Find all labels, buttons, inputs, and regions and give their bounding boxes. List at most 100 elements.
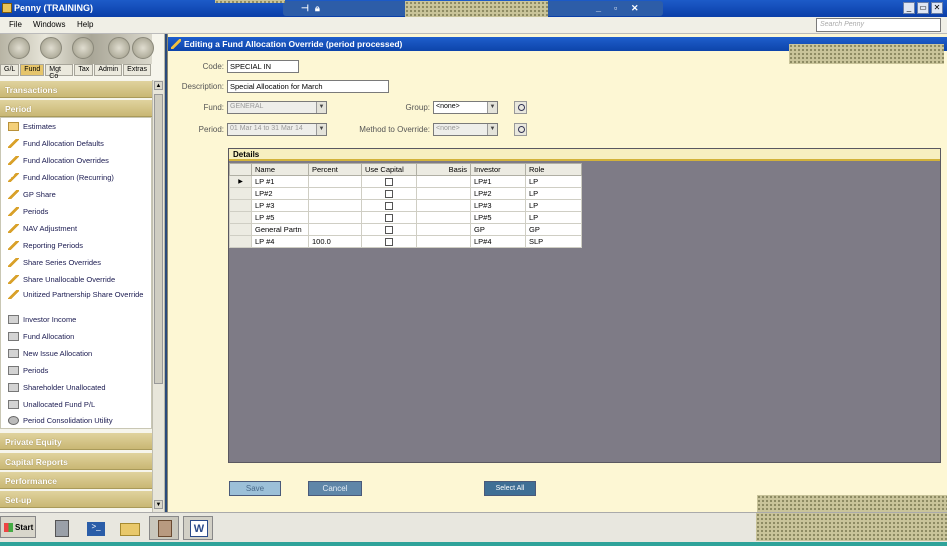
nav-item-new-issue-allocation[interactable]: New Issue Allocation [8,349,148,358]
cell-percent[interactable] [308,175,362,188]
cell-name[interactable]: LP #5 [251,211,309,224]
cell-percent[interactable] [308,211,362,224]
nav-item-gp-share[interactable]: GP Share [8,190,148,199]
current-row-indicator-icon[interactable]: ▶ [229,175,252,188]
save-button[interactable]: Save [229,481,281,496]
cell-basis[interactable] [416,223,471,236]
pin-icon[interactable]: ⊣ [301,3,309,14]
tab-tax[interactable]: Tax [74,64,94,76]
use-capital-checkbox[interactable] [385,226,393,234]
use-capital-checkbox[interactable] [385,214,393,222]
nav-section-performance[interactable]: Performance [0,472,152,489]
nav-section-setup[interactable]: Set-up [0,491,152,508]
nav-item-share-series-overrides[interactable]: Share Series Overrides [8,258,148,267]
start-button[interactable]: Start [0,516,36,538]
nav-item-fund-allocation-report[interactable]: Fund Allocation [8,332,148,341]
cell-role[interactable]: SLP [525,235,582,248]
cell-percent[interactable] [308,199,362,212]
scroll-down-icon[interactable]: ▼ [154,500,163,509]
col-basis[interactable]: Basis [416,163,471,176]
cell-investor[interactable]: GP [470,223,526,236]
table-row[interactable]: LP#2 LP#2 LP [229,187,582,200]
table-row[interactable]: LP #5 LP#5 LP [229,211,582,224]
nav-section-period[interactable]: Period [0,100,152,117]
row-selector[interactable] [229,223,252,236]
lock-icon[interactable]: 🔒︎ [315,3,320,14]
cell-use-capital[interactable] [361,199,417,212]
cell-name[interactable]: General Partn [251,223,309,236]
row-selector[interactable] [229,199,252,212]
nav-item-period-consolidation-utility[interactable]: Period Consolidation Utility [8,416,148,425]
cell-role[interactable]: LP [525,211,582,224]
col-role[interactable]: Role [525,163,582,176]
sidebar-scrollbar[interactable]: ▲ ▼ [152,80,164,512]
cell-basis[interactable] [416,175,471,188]
col-investor[interactable]: Investor [470,163,526,176]
nav-item-nav-adjustment[interactable]: NAV Adjustment [8,224,148,233]
cell-basis[interactable] [416,235,471,248]
nav-item-unitized-partnership-share-override[interactable]: Unitized Partnership Share Override [8,290,148,299]
close-session-icon[interactable]: ✕ [631,3,639,14]
use-capital-checkbox[interactable] [385,202,393,210]
cell-role[interactable]: LP [525,199,582,212]
table-row[interactable]: ▶ LP #1 LP#1 LP [229,175,582,188]
nav-item-periods[interactable]: Periods [8,207,148,216]
cell-basis[interactable] [416,199,471,212]
powershell-icon[interactable]: >_ [81,516,111,540]
table-row[interactable]: LP #4 100.0 LP#4 SLP [229,235,582,248]
server-icon[interactable] [47,516,77,540]
row-selector[interactable] [229,187,252,200]
minimize-icon[interactable]: _ [903,2,915,14]
method-select[interactable]: <none> ▼ [433,123,498,136]
code-field[interactable]: SPECIAL IN [227,60,299,73]
nav-item-reporting-periods[interactable]: Reporting Periods [8,241,148,250]
cell-name[interactable]: LP #4 [251,235,309,248]
cell-role[interactable]: LP [525,187,582,200]
cell-use-capital[interactable] [361,235,417,248]
method-search-icon[interactable] [514,123,527,136]
nav-section-transactions[interactable]: Transactions [0,81,152,98]
cell-name[interactable]: LP #1 [251,175,309,188]
nav-section-private-equity[interactable]: Private Equity [0,433,152,450]
tab-admin[interactable]: Admin [94,64,123,76]
row-selector[interactable] [229,235,252,248]
nav-item-fund-allocation-defaults[interactable]: Fund Allocation Defaults [8,139,148,148]
nav-item-fund-allocation-recurring[interactable]: Fund Allocation (Recurring) [8,173,148,182]
nav-item-fund-allocation-overrides[interactable]: Fund Allocation Overrides [8,156,148,165]
cell-percent[interactable] [308,187,362,200]
cell-investor[interactable]: LP#1 [470,175,526,188]
cell-basis[interactable] [416,211,471,224]
col-percent[interactable]: Percent [308,163,362,176]
menu-help[interactable]: Help [77,20,93,29]
cell-percent[interactable]: 100.0 [308,235,362,248]
select-all-button[interactable]: Select All [484,481,536,496]
cell-role[interactable]: LP [525,175,582,188]
tab-extras[interactable]: Extras [123,64,151,76]
word-icon[interactable]: W [183,516,213,540]
nav-item-periods-report[interactable]: Periods [8,366,148,375]
use-capital-checkbox[interactable] [385,190,393,198]
description-field[interactable]: Special Allocation for March [227,80,389,93]
cell-role[interactable]: GP [525,223,582,236]
nav-item-estimates[interactable]: Estimates [8,122,148,131]
col-use-capital[interactable]: Use Capital [361,163,417,176]
scroll-up-icon[interactable]: ▲ [154,81,163,90]
cell-investor[interactable]: LP#4 [470,235,526,248]
cell-use-capital[interactable] [361,223,417,236]
period-select[interactable]: 01 Mar 14 to 31 Mar 14 ▼ [227,123,327,136]
search-input[interactable]: Search Penny [816,18,941,32]
table-row[interactable]: General Partn GP GP [229,223,582,236]
nav-item-investor-income[interactable]: Investor Income [8,315,148,324]
col-name[interactable]: Name [251,163,309,176]
cell-use-capital[interactable] [361,187,417,200]
cancel-button[interactable]: Cancel [308,481,362,496]
cell-use-capital[interactable] [361,211,417,224]
use-capital-checkbox[interactable] [385,238,393,246]
scroll-thumb[interactable] [154,94,163,384]
tab-mgt-co[interactable]: Mgt Co [45,64,74,80]
tab-gl[interactable]: G/L [0,64,20,76]
cell-investor[interactable]: LP#5 [470,211,526,224]
minimize-session-icon[interactable]: _ [596,3,601,13]
nav-item-unallocated-fund-pl[interactable]: Unallocated Fund P/L [8,400,148,409]
nav-item-share-unallocable-override[interactable]: Share Unallocable Override [8,275,148,284]
